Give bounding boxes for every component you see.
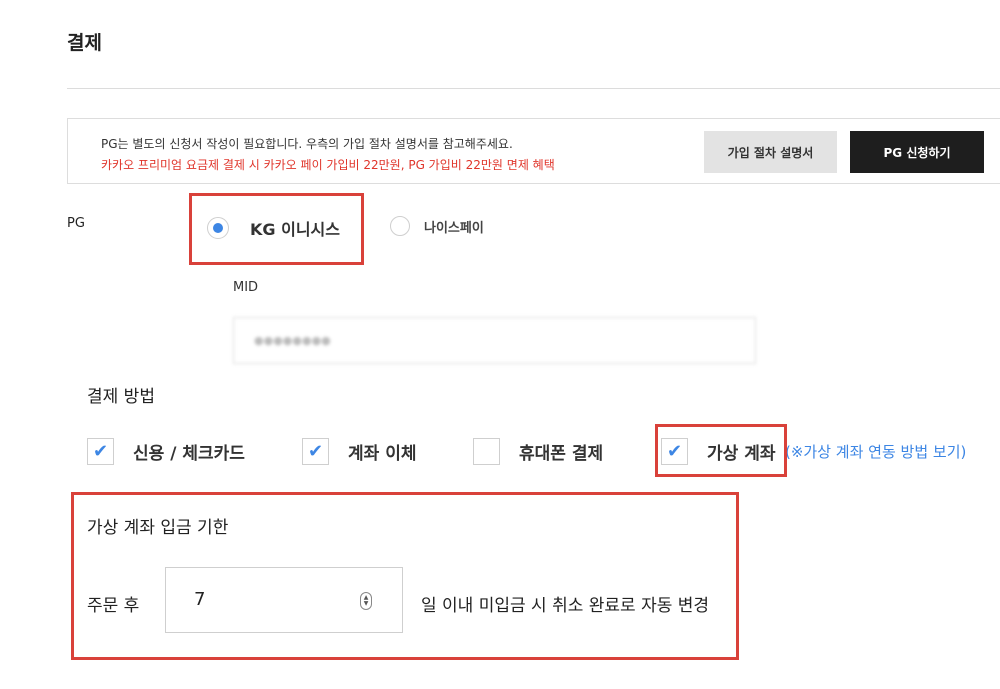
checkbox-phone-payment[interactable]: 휴대폰 결제 bbox=[473, 438, 603, 465]
pg-apply-button[interactable]: PG 신청하기 bbox=[850, 131, 984, 173]
deadline-days-input[interactable]: 7 ▲ ▼ bbox=[165, 567, 403, 633]
radio-label: 나이스페이 bbox=[424, 220, 484, 236]
checkbox-label: 휴대폰 결제 bbox=[519, 444, 604, 464]
pg-notice-box: PG는 별도의 신청서 작성이 필요합니다. 우측의 가입 절차 설명서를 참고… bbox=[67, 118, 1000, 184]
pg-label: PG bbox=[67, 216, 85, 231]
deadline-prefix: 주문 후 bbox=[87, 596, 140, 616]
checkbox-label: 신용 / 체크카드 bbox=[133, 444, 245, 464]
deadline-days-value[interactable]: 7 bbox=[194, 589, 205, 610]
checkbox-virtual-account[interactable]: ✔ 가상 계좌 bbox=[661, 438, 775, 465]
checkbox-checked-icon[interactable]: ✔ bbox=[661, 438, 688, 465]
signup-guide-button[interactable]: 가입 절차 설명서 bbox=[704, 131, 837, 173]
checkbox-bank-transfer[interactable]: ✔ 계좌 이체 bbox=[302, 438, 416, 465]
checkbox-label: 가상 계좌 bbox=[707, 444, 776, 464]
deposit-deadline-title: 가상 계좌 입금 기한 bbox=[87, 518, 229, 538]
mid-label: MID bbox=[233, 280, 259, 295]
page-title: 결제 bbox=[67, 32, 102, 54]
radio-unchecked-icon[interactable] bbox=[390, 216, 410, 236]
checkbox-unchecked-icon[interactable] bbox=[473, 438, 500, 465]
checkbox-checked-icon[interactable]: ✔ bbox=[302, 438, 329, 465]
radio-label: KG 이니시스 bbox=[250, 220, 340, 239]
radio-kg-inicis[interactable]: KG 이니시스 bbox=[207, 216, 340, 240]
payment-methods-title: 결제 방법 bbox=[87, 387, 155, 407]
checkbox-checked-icon[interactable]: ✔ bbox=[87, 438, 114, 465]
checkbox-label: 계좌 이체 bbox=[348, 444, 417, 464]
virtual-account-guide-link[interactable]: (※가상 계좌 연동 방법 보기) bbox=[785, 441, 966, 462]
checkbox-credit-card[interactable]: ✔ 신용 / 체크카드 bbox=[87, 438, 245, 465]
number-spinner-icon[interactable]: ▲ ▼ bbox=[360, 592, 372, 610]
deadline-suffix: 일 이내 미입금 시 취소 완료로 자동 변경 bbox=[421, 596, 710, 616]
notice-promo-text: 카카오 프리미엄 요금제 결제 시 카카오 페이 가입비 22만원, PG 가입… bbox=[101, 158, 555, 172]
mid-input[interactable] bbox=[233, 317, 756, 364]
radio-nicepay[interactable]: 나이스페이 bbox=[390, 216, 484, 236]
notice-text: PG는 별도의 신청서 작성이 필요합니다. 우측의 가입 절차 설명서를 참고… bbox=[101, 137, 513, 151]
radio-checked-icon[interactable] bbox=[207, 217, 229, 239]
divider bbox=[67, 88, 1000, 89]
